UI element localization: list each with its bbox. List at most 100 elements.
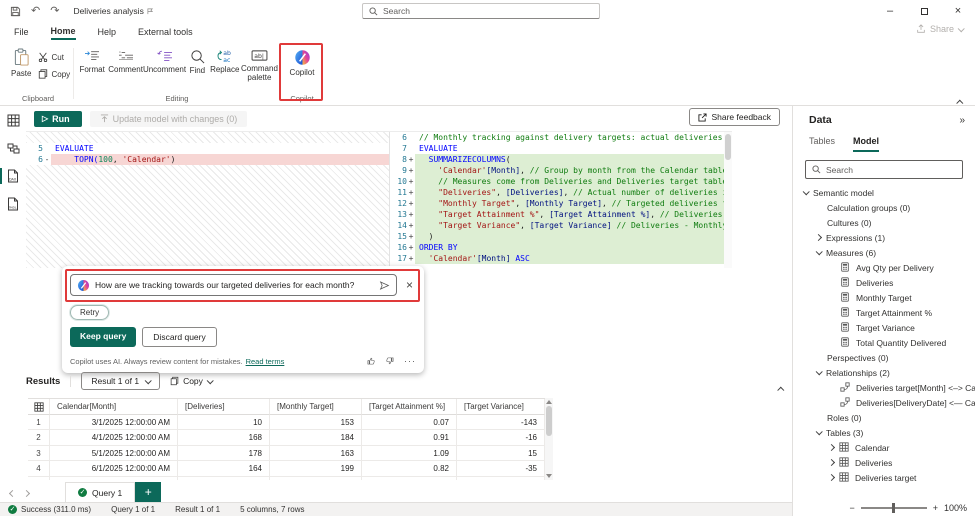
tree-item[interactable]: Deliveries target <box>793 470 975 485</box>
paste-button[interactable]: Paste <box>6 44 36 82</box>
format-button[interactable]: Format <box>76 44 108 82</box>
editor-pane-suggested[interactable]: 6// Monthly tracking against delivery ta… <box>390 132 724 268</box>
tab-scroll-right-icon[interactable] <box>23 490 30 497</box>
model-view-button[interactable] <box>0 134 26 162</box>
tree-item[interactable]: Perspectives (0) <box>793 350 975 365</box>
menu-help[interactable]: Help <box>98 25 117 39</box>
editor-scrollbar[interactable] <box>724 132 732 268</box>
undo-icon[interactable]: ↶ <box>31 6 40 17</box>
chevron-right-icon[interactable] <box>828 474 835 481</box>
tab-scroll-left-icon[interactable] <box>9 490 16 497</box>
tree-item[interactable]: Relationships (2) <box>793 365 975 380</box>
column-header[interactable]: [Target Attainment %] <box>362 399 457 415</box>
collapse-results-button[interactable] <box>779 379 784 397</box>
redo-icon[interactable]: ↷ <box>50 6 59 17</box>
cut-button[interactable]: Cut <box>36 51 72 63</box>
restore-button[interactable] <box>907 0 941 22</box>
model-search-input[interactable]: Search <box>805 160 963 179</box>
result-row[interactable]: 35/1/2025 12:00:00 AM1781631.0915 <box>28 446 545 462</box>
tree-item[interactable]: Calculation groups (0) <box>793 200 975 215</box>
column-header[interactable]: [Monthly Target] <box>270 399 362 415</box>
chevron-right-icon[interactable] <box>828 444 835 451</box>
chevron-down-icon[interactable] <box>816 368 823 375</box>
column-header[interactable]: [Target Variance] <box>457 399 545 415</box>
copy-results-button[interactable]: Copy <box>170 376 212 386</box>
zoom-in-button[interactable]: + <box>933 503 938 513</box>
discard-query-button[interactable]: Discard query <box>142 327 216 347</box>
ribbon-collapse-button[interactable] <box>956 92 965 101</box>
find-button[interactable]: Find <box>186 44 209 82</box>
tree-item[interactable]: Roles (0) <box>793 410 975 425</box>
global-search-input[interactable]: Search <box>362 3 600 19</box>
command-palette-button[interactable]: ab| Command palette <box>241 44 278 82</box>
result-row[interactable]: 24/1/2025 12:00:00 AM1681840.91-16 <box>28 430 545 446</box>
keep-query-button[interactable]: Keep query <box>70 327 136 347</box>
tree-item[interactable]: Target Variance <box>793 320 975 335</box>
retry-button[interactable]: Retry <box>70 305 109 320</box>
tree-item[interactable]: Deliveries[DeliveryDate] <— Calend… <box>793 395 975 410</box>
new-query-tab-button[interactable]: + <box>135 482 161 502</box>
uncomment-button[interactable]: Uncomment <box>143 44 186 82</box>
menu-external-tools[interactable]: External tools <box>138 25 193 39</box>
results-scrollbar[interactable] <box>545 398 553 480</box>
thumbs-down-icon[interactable] <box>385 356 395 366</box>
tree-item[interactable]: Monthly Target <box>793 290 975 305</box>
close-button[interactable]: × <box>941 0 975 22</box>
replace-button[interactable]: abac Replace <box>209 44 241 82</box>
tree-item[interactable]: Avg Qty per Delivery <box>793 260 975 275</box>
chevron-right-icon[interactable] <box>828 459 835 466</box>
dax-editor[interactable]: 5EVALUATE6- TOPN(100, 'Calendar') 6// Mo… <box>26 131 732 268</box>
menu-file[interactable]: File <box>14 25 29 39</box>
run-button[interactable]: ▷ Run <box>34 111 82 127</box>
tab-tables[interactable]: Tables <box>809 136 835 152</box>
column-header[interactable]: [Deliveries] <box>178 399 270 415</box>
table-view-button[interactable] <box>0 106 26 134</box>
tree-item[interactable]: Cultures (0) <box>793 215 975 230</box>
code-line: 16+ORDER BY <box>390 242 724 253</box>
tree-item[interactable]: Deliveries target[Month] <–> Calen… <box>793 380 975 395</box>
ribbon-group-clipboard: Paste Cut Copy Clipboard <box>6 44 70 105</box>
result-row[interactable]: 46/1/2025 12:00:00 AM1641990.82-35 <box>28 461 545 477</box>
result-row[interactable]: 13/1/2025 12:00:00 AM101530.07-143 <box>28 415 545 431</box>
update-model-button[interactable]: Update model with changes (0) <box>90 111 248 127</box>
save-icon[interactable] <box>10 6 21 17</box>
zoom-slider[interactable] <box>861 507 927 509</box>
chevron-down-icon[interactable] <box>803 188 810 195</box>
tree-item[interactable]: Total Quantity Delivered <box>793 335 975 350</box>
tree-item[interactable]: Measures (6) <box>793 245 975 260</box>
more-options-icon[interactable]: ··· <box>404 356 416 366</box>
zoom-out-button[interactable]: − <box>849 503 854 513</box>
copy-button[interactable]: Copy <box>36 68 72 80</box>
thumbs-up-icon[interactable] <box>366 356 376 366</box>
chevron-down-icon[interactable] <box>816 248 823 255</box>
tree-item[interactable]: Expressions (1) <box>793 230 975 245</box>
share-button[interactable]: Share <box>916 24 963 34</box>
share-feedback-button[interactable]: Share feedback <box>689 108 780 126</box>
chevron-down-icon[interactable] <box>816 428 823 435</box>
menu-home[interactable]: Home <box>51 24 76 40</box>
copilot-close-icon[interactable]: × <box>403 278 416 292</box>
document-title[interactable]: Deliveries analysis <box>73 6 153 16</box>
tmdl-view-button[interactable]: TMDL <box>0 190 26 218</box>
result-selector-dropdown[interactable]: Result 1 of 1 <box>81 372 160 390</box>
copilot-prompt-input[interactable]: How are we tracking towards our targeted… <box>70 274 397 296</box>
minimize-button[interactable]: – <box>873 0 907 22</box>
copilot-button[interactable]: Copilot <box>282 44 322 77</box>
tree-item[interactable]: Tables (3) <box>793 425 975 440</box>
tree-item[interactable]: Semantic model <box>793 185 975 200</box>
editor-pane-original[interactable]: 5EVALUATE6- TOPN(100, 'Calendar') <box>26 132 390 268</box>
share-icon <box>916 24 926 34</box>
chevron-right-icon[interactable] <box>815 234 822 241</box>
read-terms-link[interactable]: Read terms <box>246 357 285 366</box>
tree-item[interactable]: Deliveries <box>793 275 975 290</box>
dax-query-view-button[interactable]: DAX <box>0 162 26 190</box>
column-header[interactable]: Calendar[Month] <box>50 399 178 415</box>
query-tab[interactable]: ✓ Query 1 <box>65 482 135 502</box>
collapse-panel-icon[interactable]: » <box>959 115 965 126</box>
tree-item[interactable]: Deliveries <box>793 455 975 470</box>
send-icon[interactable] <box>379 280 390 291</box>
comment-button[interactable]: Comment <box>108 44 143 82</box>
tree-item[interactable]: Target Attainment % <box>793 305 975 320</box>
tree-item[interactable]: Calendar <box>793 440 975 455</box>
tab-model[interactable]: Model <box>853 136 879 152</box>
